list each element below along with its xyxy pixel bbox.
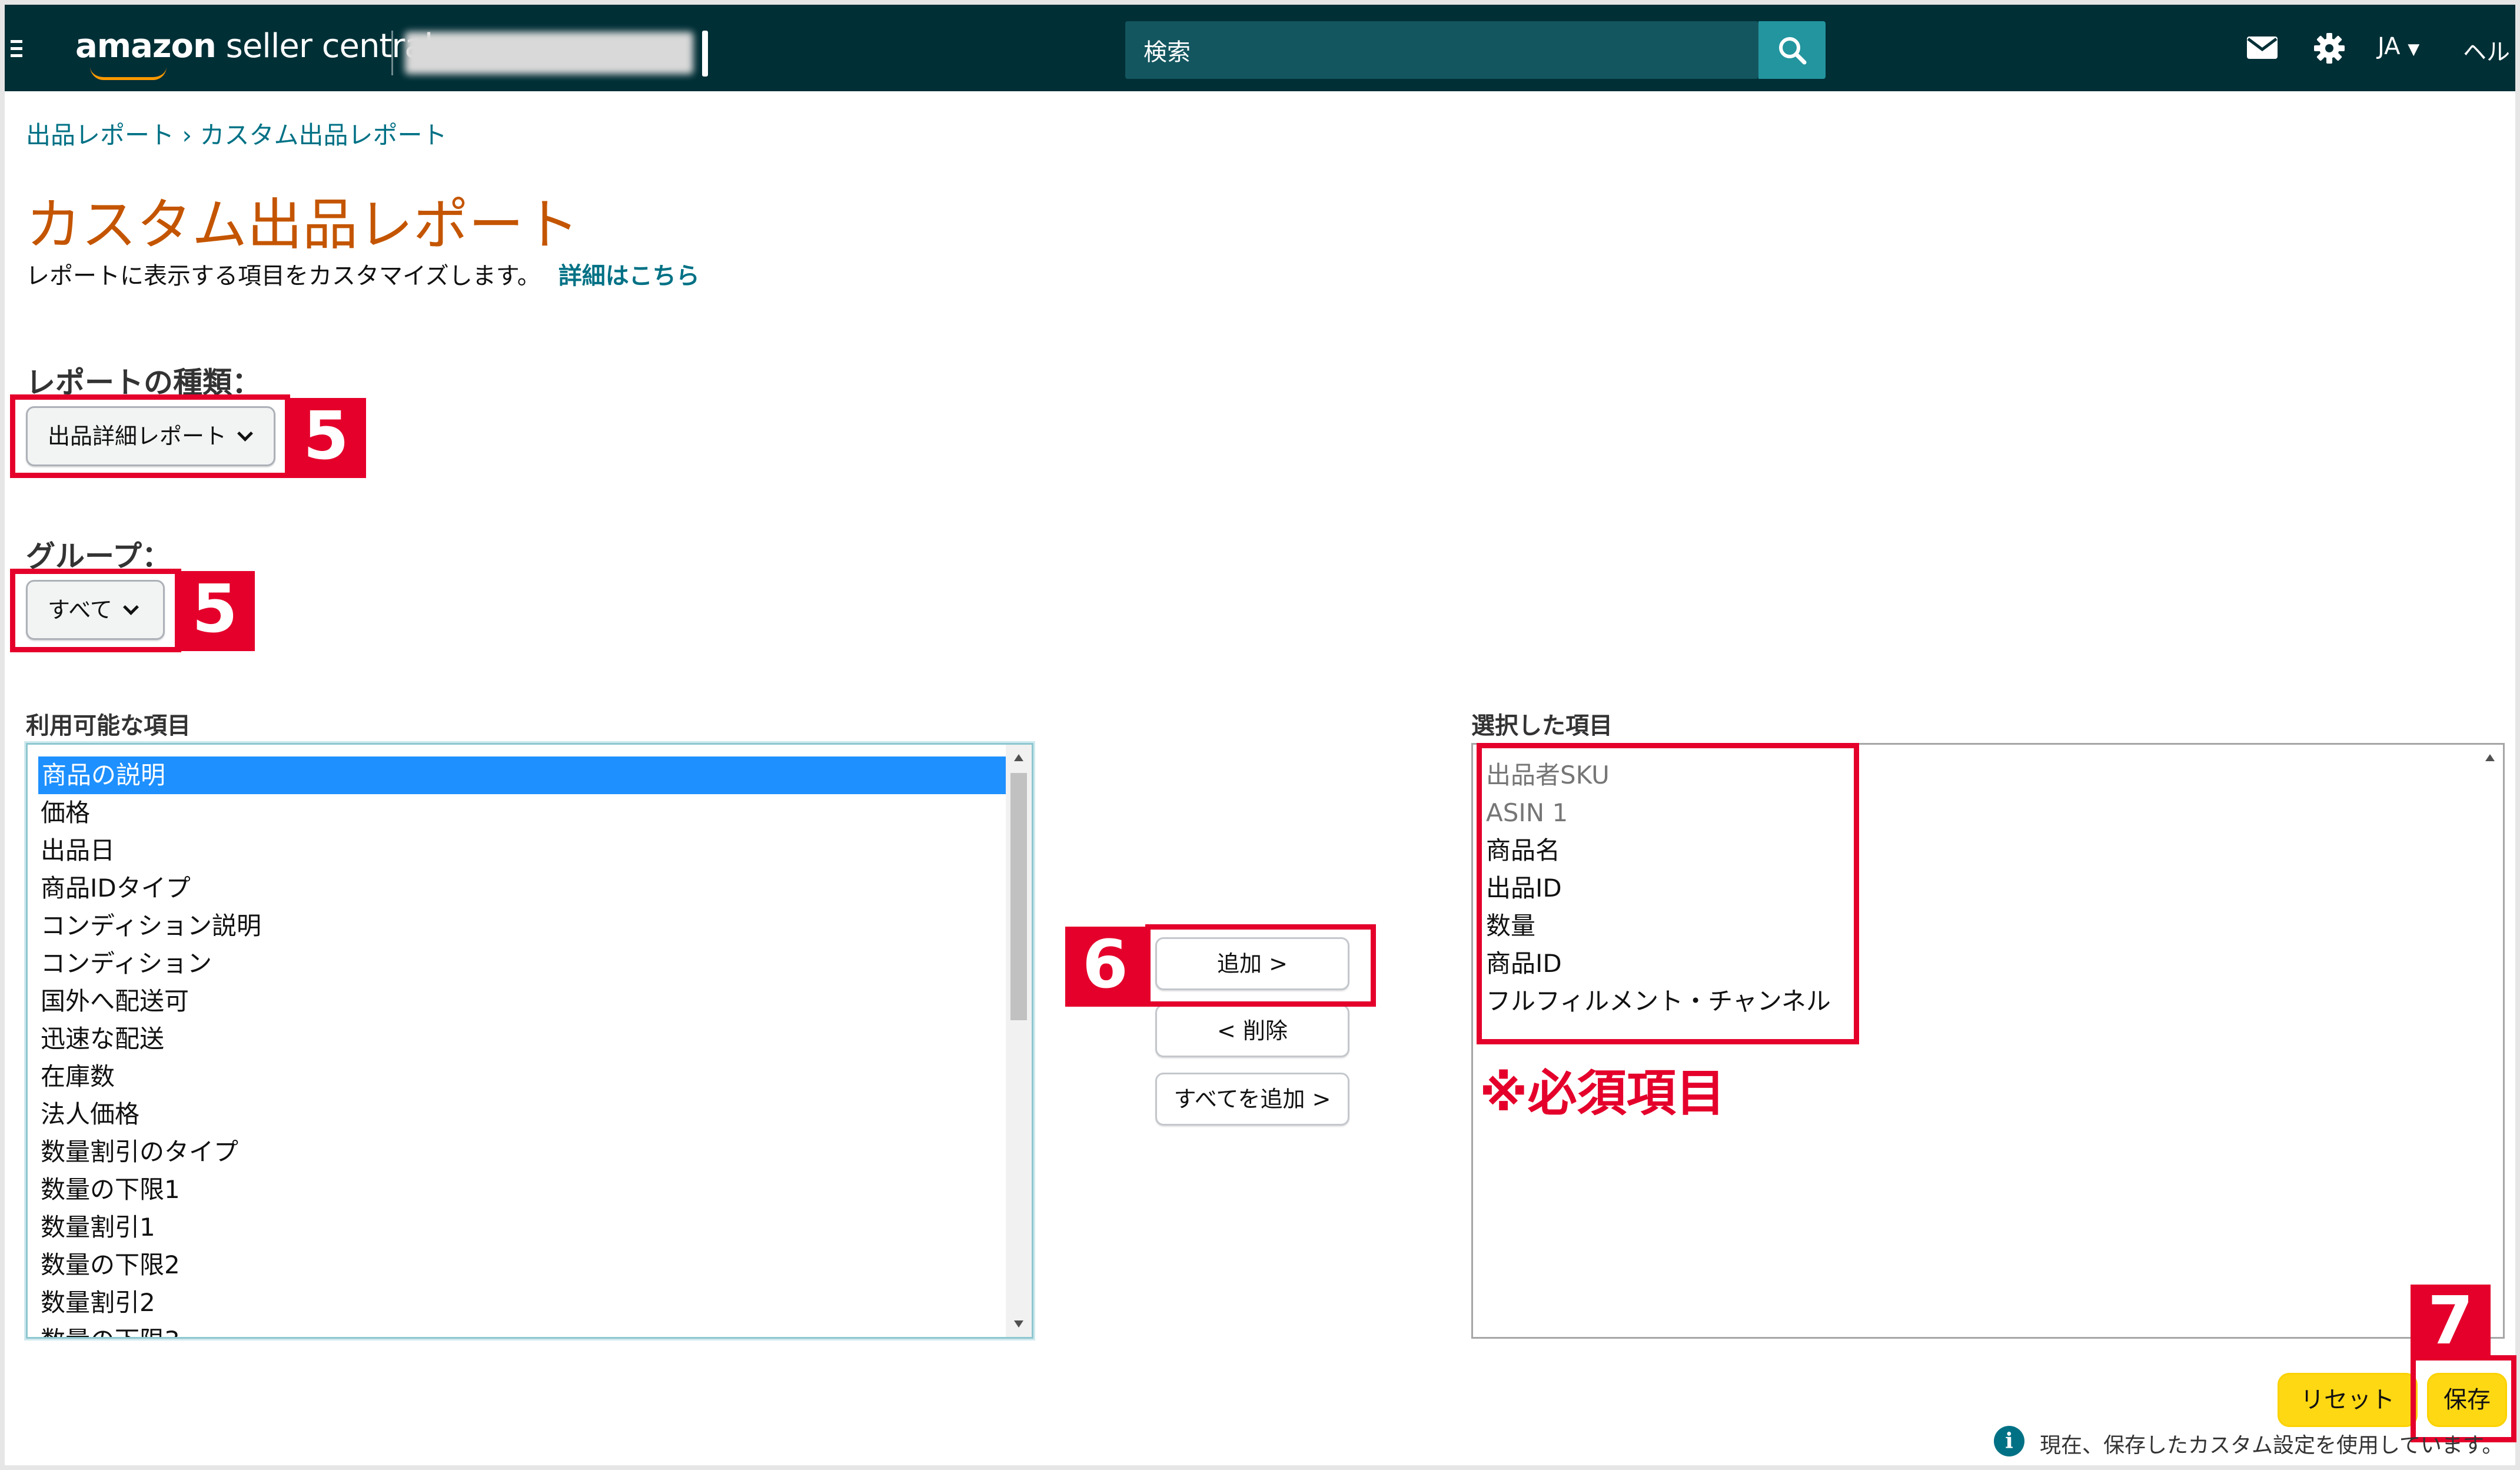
step5-report-type-highlight [10,394,290,478]
language-selector[interactable]: JA ▼ [2378,33,2419,60]
list-item[interactable]: 数量割引のタイプ [41,1133,238,1171]
add-all-button[interactable]: すべてを追加 > [1155,1073,1349,1126]
list-item[interactable]: 数量割引1 [41,1209,155,1246]
amazon-smile-logo-mark [90,67,167,80]
details-link[interactable]: 詳細はこちら [558,263,700,290]
custom-settings-info: 現在、保存したカスタム設定を使用しています。 [2040,1434,2504,1458]
list-item[interactable]: コンディション説明 [41,907,261,945]
list-item[interactable]: 商品IDタイプ [41,870,191,907]
list-item[interactable]: コンディション [41,945,212,983]
available-items-listbox[interactable]: 商品の説明 価格 出品日 商品IDタイプ コンディション説明 コンディション 国… [26,743,1033,1339]
list-item[interactable]: 価格 [41,794,90,832]
list-item[interactable]: 数量の下限2 [41,1246,180,1284]
list-item[interactable]: 数量割引2 [41,1284,155,1322]
list-item[interactable]: 数量の下限1 [41,1171,180,1209]
required-items-note: ※必須項目 [1480,1064,1726,1122]
list-item[interactable]: 出品日 [41,832,115,870]
list-item[interactable]: 商品の説明 [38,756,1019,794]
account-switcher-blurred[interactable] [405,32,693,74]
available-items-label: 利用可能な項目 [26,712,191,739]
gear-icon[interactable] [2313,32,2346,65]
required-items-highlight [1477,743,1859,1044]
step6-badge: 6 [1065,927,1145,1007]
selected-list-scrollbar[interactable] [2477,745,2503,1337]
scroll-down-icon[interactable] [1014,1320,1023,1328]
search-button[interactable] [1758,21,1826,79]
list-item[interactable]: 数量の下限3 [41,1322,180,1337]
step6-add-highlight [1145,924,1376,1007]
list-item[interactable]: 国外へ配送可 [41,983,189,1020]
step5-group-highlight [10,569,181,652]
step5-badge: 5 [286,398,366,478]
selected-items-label: 選択した項目 [1471,712,1613,739]
seller-central-logo[interactable]: amazon seller central [75,27,433,65]
mail-icon[interactable] [2246,35,2279,60]
search-input[interactable] [1125,21,1758,79]
available-list-scrollbar[interactable] [1006,745,1032,1337]
reset-button[interactable]: リセット [2278,1373,2418,1427]
page-subtitle: レポートに表示する項目をカスタマイズします。 詳細はこちら [26,263,700,290]
step5-badge-group: 5 [175,571,255,651]
search-placeholder: 検索 [1143,39,1191,66]
breadcrumb[interactable]: 出品レポート › カスタム出品レポート [26,115,447,151]
search-icon [1779,37,1807,65]
list-item[interactable]: 法人価格 [41,1096,139,1133]
info-icon: i [1994,1426,2024,1456]
help-menu[interactable]: ヘル [2463,33,2510,67]
page-title: カスタム出品レポート [26,193,580,257]
list-item[interactable]: 在庫数 [41,1058,115,1096]
scroll-up-icon[interactable] [2485,754,2495,761]
scroll-thumb[interactable] [1010,773,1027,1020]
menu-icon[interactable] [11,40,22,58]
scroll-up-icon[interactable] [1014,754,1023,761]
text-cursor [702,31,708,77]
step7-badge: 7 [2411,1285,2491,1358]
remove-button[interactable]: < 削除 [1155,1004,1349,1057]
list-item[interactable]: 迅速な配送 [41,1020,164,1058]
header-divider [391,31,393,75]
